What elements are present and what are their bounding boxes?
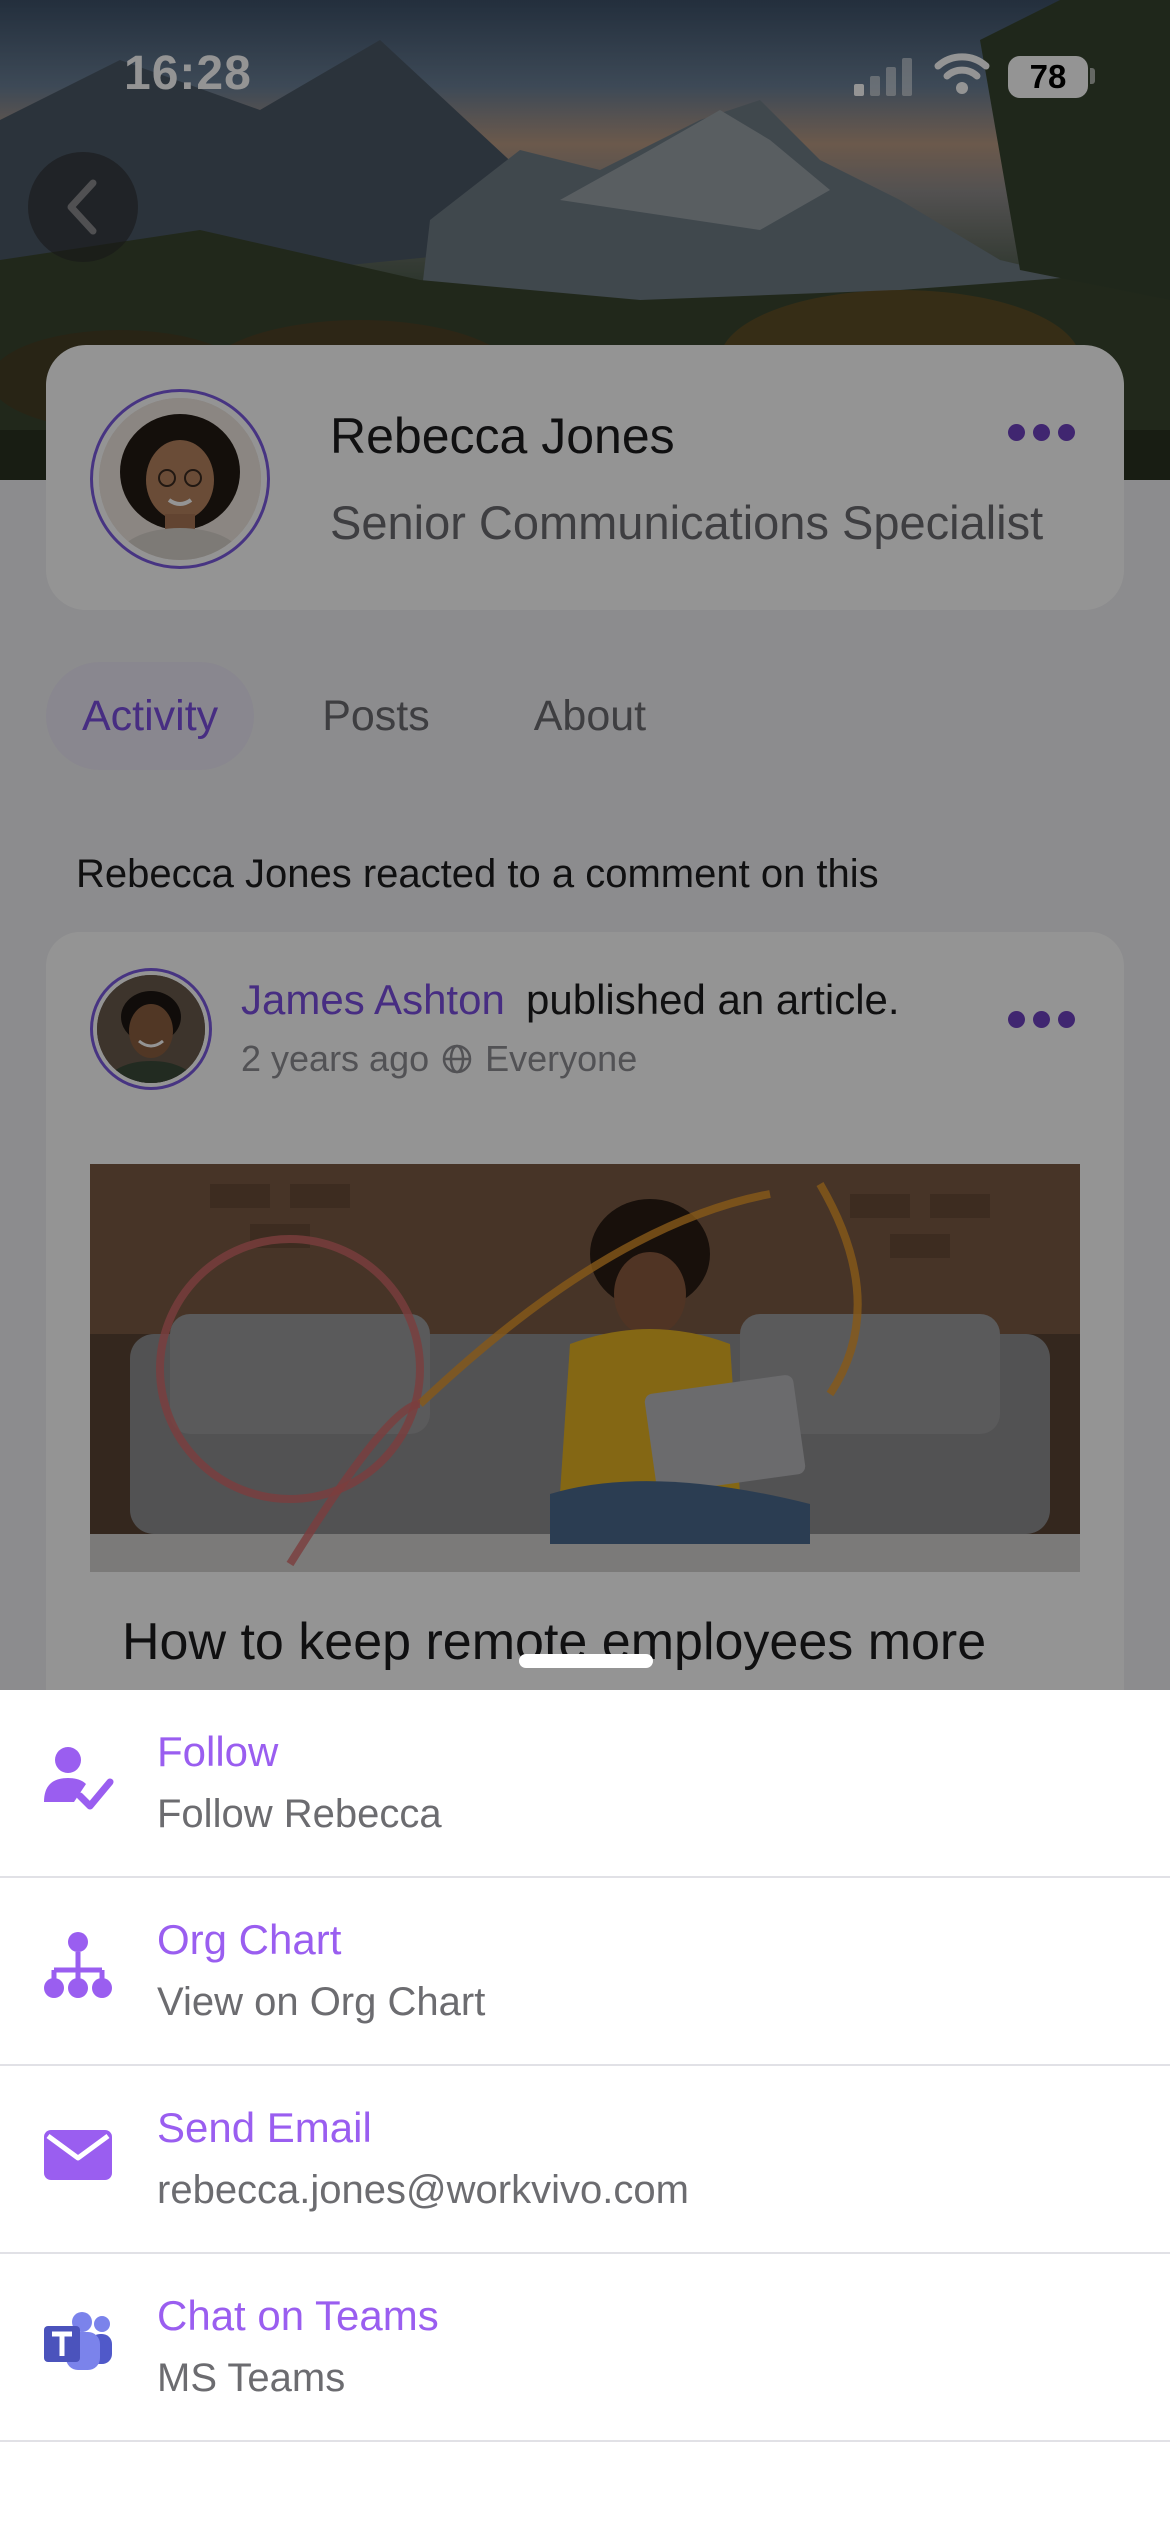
ms-teams-icon <box>40 2304 116 2380</box>
sheet-item-title: Send Email <box>157 2104 372 2151</box>
sheet-grabber-handle[interactable] <box>519 1654 653 1668</box>
org-chart-icon <box>40 1928 116 2004</box>
modal-backdrop[interactable] <box>0 0 1170 1690</box>
sheet-item-chat-teams[interactable]: Chat on Teams MS Teams <box>0 2254 1170 2442</box>
sheet-item-org-chart[interactable]: Org Chart View on Org Chart <box>0 1878 1170 2066</box>
sheet-item-subtitle: Follow Rebecca <box>157 1792 442 1836</box>
envelope-icon <box>40 2116 116 2192</box>
action-sheet: Follow Follow Rebecca Org Chart View on … <box>0 1690 1170 2532</box>
sheet-item-subtitle: MS Teams <box>157 2356 346 2400</box>
sheet-item-title: Org Chart <box>157 1916 342 1963</box>
sheet-item-subtitle: rebecca.jones@workvivo.com <box>157 2168 689 2212</box>
sheet-item-follow[interactable]: Follow Follow Rebecca <box>0 1690 1170 1878</box>
sheet-item-subtitle: View on Org Chart <box>157 1980 486 2024</box>
sheet-item-title: Chat on Teams <box>157 2292 439 2339</box>
follow-user-icon <box>40 1740 116 1816</box>
sheet-item-send-email[interactable]: Send Email rebecca.jones@workvivo.com <box>0 2066 1170 2254</box>
profile-screen: 16:28 78 Rebecca Jones Senior Communicat… <box>0 0 1170 2532</box>
sheet-item-title: Follow <box>157 1728 279 1775</box>
